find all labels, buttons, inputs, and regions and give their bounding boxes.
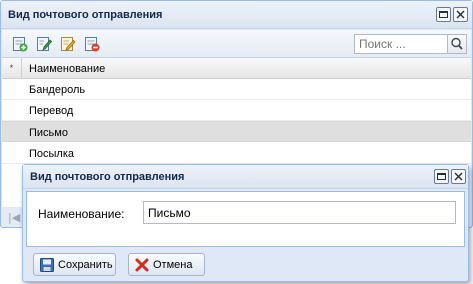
name-field-label: Наименование: — [38, 207, 125, 221]
cancel-button-label: Отмена — [153, 259, 193, 271]
restore-icon[interactable] — [436, 7, 451, 22]
row-cell-name: Посылка — [29, 148, 75, 160]
first-page-icon[interactable]: |◀ — [8, 211, 20, 224]
delete-icon[interactable] — [84, 36, 100, 52]
toolbar — [2, 30, 471, 58]
window-header[interactable]: Вид почтового отправления — [1, 1, 472, 29]
row-marker-header: * — [2, 58, 22, 79]
save-button[interactable]: Сохранить — [33, 253, 116, 276]
edit-form-icon[interactable] — [60, 36, 76, 52]
name-field[interactable] — [143, 201, 456, 224]
edit-icon[interactable] — [36, 36, 53, 52]
search-input[interactable] — [355, 35, 447, 53]
add-icon[interactable] — [12, 36, 28, 52]
table-row-selected[interactable]: Письмо — [2, 121, 471, 142]
save-icon — [39, 257, 55, 273]
dialog-title: Вид почтового отправления — [30, 171, 185, 183]
close-icon[interactable] — [453, 7, 468, 22]
restore-icon[interactable] — [434, 169, 449, 184]
close-icon[interactable] — [451, 169, 466, 184]
table-row[interactable]: Бандероль — [2, 79, 471, 100]
table-row[interactable]: Перевод — [2, 100, 471, 121]
save-button-label: Сохранить — [58, 259, 113, 271]
row-cell-name: Перевод — [29, 105, 74, 117]
search-icon[interactable] — [447, 35, 466, 53]
cancel-button[interactable]: Отмена — [128, 253, 205, 276]
row-cell-name: Письмо — [29, 127, 68, 139]
table-row[interactable]: Посылка — [2, 143, 471, 164]
edit-dialog: Вид почтового отправления Наименование: … — [22, 164, 469, 282]
dialog-header[interactable]: Вид почтового отправления — [23, 165, 468, 189]
grid-header: * Наименование — [2, 58, 471, 79]
window-title: Вид почтового отправления — [8, 9, 163, 21]
cancel-icon — [134, 257, 150, 273]
column-header-name[interactable]: Наименование — [29, 63, 105, 75]
search-box — [354, 34, 467, 54]
dialog-form: Наименование: — [26, 191, 465, 247]
row-cell-name: Бандероль — [29, 84, 86, 96]
